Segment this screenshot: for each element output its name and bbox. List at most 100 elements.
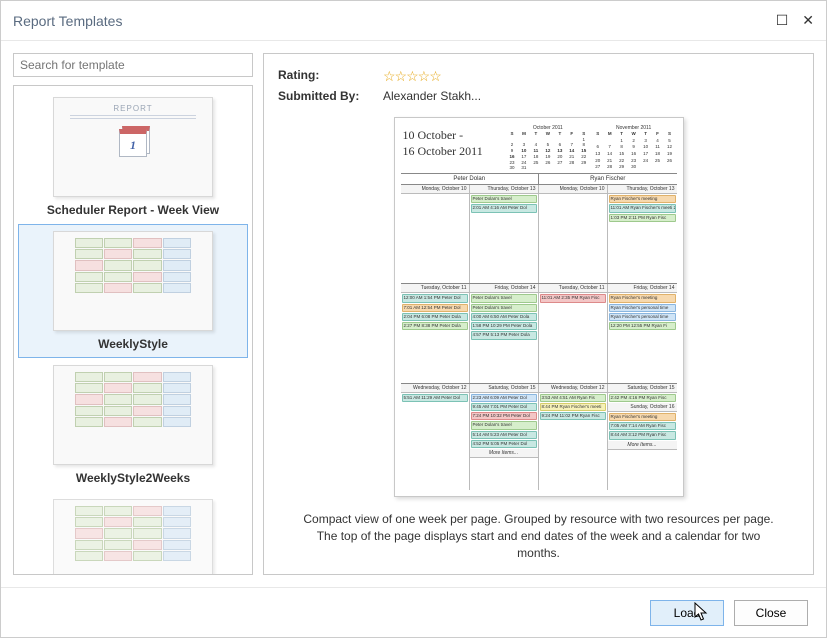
thumb-header-text: REPORT	[113, 104, 152, 113]
template-label: WeeklyStyle2Weeks	[76, 471, 190, 485]
event-item: Ryan Fischer's meeting	[609, 413, 676, 421]
close-button[interactable]: Close	[734, 600, 808, 626]
titlebar-controls: ☐ ✕	[776, 12, 814, 29]
day-col: Saturday, October 15 2:42 PM 4:16 PM Rya…	[608, 384, 677, 490]
close-icon[interactable]: ✕	[802, 12, 814, 29]
event-item: Ryan Fischer's meeting	[609, 195, 676, 203]
rating-stars[interactable]: ☆☆☆☆☆	[383, 68, 441, 85]
mini-calendar-october: October 2011 SMTWTFS12345678910111213141…	[505, 124, 591, 173]
preview-page: 10 October - 16 October 2011 October 201…	[394, 117, 684, 497]
day-col: Wednesday, October 12 3:53 AM 4:51 AM Ry…	[539, 384, 608, 490]
event-item: 2:01 AM 4:16 AM Peter Dol	[471, 204, 537, 212]
mini-cal-grid: SMTWTFS123456789101112131415161718192021…	[592, 132, 676, 172]
button-bar: Load Close	[1, 587, 826, 637]
content-area: REPORT 1 Scheduler Report - Week View	[1, 41, 826, 587]
event-item: 3:53 AM 4:51 AM Ryan Fis	[540, 394, 606, 402]
event-item: 5:51 AM 11:29 AM Peter Dol	[402, 394, 468, 402]
day-header: Thursday, October 13	[470, 185, 538, 194]
day-header: Wednesday, October 12	[401, 384, 469, 393]
day-header: Monday, October 10	[539, 185, 607, 194]
template-item-extra[interactable]	[18, 492, 248, 574]
window-title: Report Templates	[13, 13, 776, 29]
date-range-line2: 16 October 2011	[403, 144, 504, 160]
preview-panel: Rating: ☆☆☆☆☆ Submitted By: Alexander St…	[263, 53, 814, 575]
day-col: Saturday, October 15 2:23 AM 6:09 AM Pet…	[470, 384, 539, 490]
event-item: Peter Dolan's travel	[471, 294, 537, 302]
event-item: 2:42 PM 4:16 PM Ryan Fisc	[609, 394, 676, 402]
day-col: Friday, October 14 Peter Dolan's travelP…	[470, 284, 539, 382]
rating-row: Rating: ☆☆☆☆☆	[278, 68, 799, 85]
thumb-lines	[70, 115, 196, 119]
event-item: 5:14 AM 5:23 AM Peter Dol	[471, 431, 537, 439]
template-item-weeklystyle2weeks[interactable]: WeeklyStyle2Weeks	[18, 358, 248, 492]
day-header: Friday, October 14	[608, 284, 677, 293]
template-item-weeklystyle[interactable]: WeeklyStyle	[18, 224, 248, 358]
more-items: More Items...	[470, 449, 538, 458]
day-header: Tuesday, October 11	[539, 284, 607, 293]
event-item: 1:58 PM 10:29 PM Peter Dola	[471, 322, 537, 330]
event-item: Peter Dolan's travel	[471, 304, 537, 312]
date-range: 10 October - 16 October 2011	[401, 124, 506, 173]
template-item-scheduler-week[interactable]: REPORT 1 Scheduler Report - Week View	[18, 90, 248, 224]
day-header: Sunday, October 16	[608, 403, 677, 412]
template-thumb	[53, 231, 213, 331]
day-col: Tuesday, October 11 11:01 AM 2:35 PM Rya…	[539, 284, 608, 382]
event-item: 1:03 PM 2:11 PM Ryan Fisc	[609, 214, 676, 222]
event-item: 2:04 PM 6:08 PM Peter Dola	[402, 313, 468, 321]
week-row-3: Wednesday, October 12 5:51 AM 11:29 AM P…	[401, 384, 677, 490]
day-header: Monday, October 10	[401, 185, 469, 194]
event-item: 12:00 AM 1:54 PM Peter Dol	[402, 294, 468, 302]
week-row-1: Monday, October 10 Thursday, October 13 …	[401, 185, 677, 284]
resource-1: Peter Dolan	[401, 174, 540, 184]
rating-label: Rating:	[278, 68, 383, 85]
week-row-2: Tuesday, October 11 12:00 AM 1:54 PM Pet…	[401, 284, 677, 383]
event-item: 11:01 AM Ryan Fischer's meeti 2:18 AM	[609, 204, 676, 212]
load-button[interactable]: Load	[650, 600, 724, 626]
event-item: Ryan Fischer's meeting	[609, 294, 676, 302]
event-item: Peter Dolan's travel	[471, 421, 537, 429]
event-item: 4:57 PM 5:13 PM Peter Dola	[471, 331, 537, 339]
event-item: 7:05 AM 7:14 AM Ryan Fisc	[609, 422, 676, 430]
date-range-line1: 10 October -	[403, 128, 504, 144]
search-input[interactable]	[13, 53, 253, 77]
template-label: WeeklyStyle	[98, 337, 168, 351]
day-col: Thursday, October 13 Ryan Fischer's meet…	[608, 185, 677, 283]
day-col: Tuesday, October 11 12:00 AM 1:54 PM Pet…	[401, 284, 470, 382]
left-panel: REPORT 1 Scheduler Report - Week View	[13, 53, 253, 575]
day-header: Saturday, October 15	[608, 384, 677, 393]
template-thumb	[53, 499, 213, 574]
day-col: Wednesday, October 12 5:51 AM 11:29 AM P…	[401, 384, 470, 490]
day-col: Monday, October 10	[401, 185, 470, 283]
template-thumb: REPORT 1	[53, 97, 213, 197]
event-item: 2:23 AM 6:09 AM Peter Dol	[471, 394, 537, 402]
event-item: 7:24 PM 10:32 PM Peter Dol	[471, 412, 537, 420]
thumb-mini-grid	[75, 506, 192, 561]
day-header: Saturday, October 15	[470, 384, 538, 393]
thumb-mini-grid	[75, 238, 192, 293]
event-item: 4:52 PM 5:05 PM Peter Dol	[471, 440, 537, 448]
event-item: 12:20 PM 12:55 PM Ryan Fi	[609, 322, 676, 330]
thumb-mini-grid	[75, 372, 192, 427]
titlebar: Report Templates ☐ ✕	[1, 1, 826, 41]
day-col: Friday, October 14 Ryan Fischer's meetin…	[608, 284, 677, 382]
resource-2: Ryan Fischer	[539, 174, 677, 184]
event-item: 4:00 AM 6:50 AM Peter Dola	[471, 313, 537, 321]
more-items: More Items...	[608, 441, 677, 450]
event-item: Ryan Fischer's personal time	[609, 304, 676, 312]
report-templates-window: Report Templates ☐ ✕ REPORT 1	[0, 0, 827, 638]
calendar-icon: 1	[119, 129, 147, 157]
template-label: Scheduler Report - Week View	[47, 203, 219, 217]
day-col: Monday, October 10	[539, 185, 608, 283]
event-item: 7:01 AM 12:54 PM Peter Dol	[402, 304, 468, 312]
event-item: 9:45 AM 7:01 PM Peter Dol	[471, 403, 537, 411]
day-col: Thursday, October 13 Peter Dolan's trave…	[470, 185, 539, 283]
event-item: 8:44 AM 3:12 PM Ryan Fisc	[609, 431, 676, 439]
preview-header: 10 October - 16 October 2011 October 201…	[401, 124, 677, 174]
preview-area: 10 October - 16 October 2011 October 201…	[278, 117, 799, 497]
template-list[interactable]: REPORT 1 Scheduler Report - Week View	[14, 86, 252, 574]
day-header: Tuesday, October 11	[401, 284, 469, 293]
event-item: 11:01 AM 2:35 PM Ryan Fisc	[540, 294, 606, 302]
event-item: Peter Dolan's travel	[471, 195, 537, 203]
maximize-icon[interactable]: ☐	[776, 12, 789, 29]
template-description: Compact view of one week per page. Group…	[278, 507, 799, 561]
